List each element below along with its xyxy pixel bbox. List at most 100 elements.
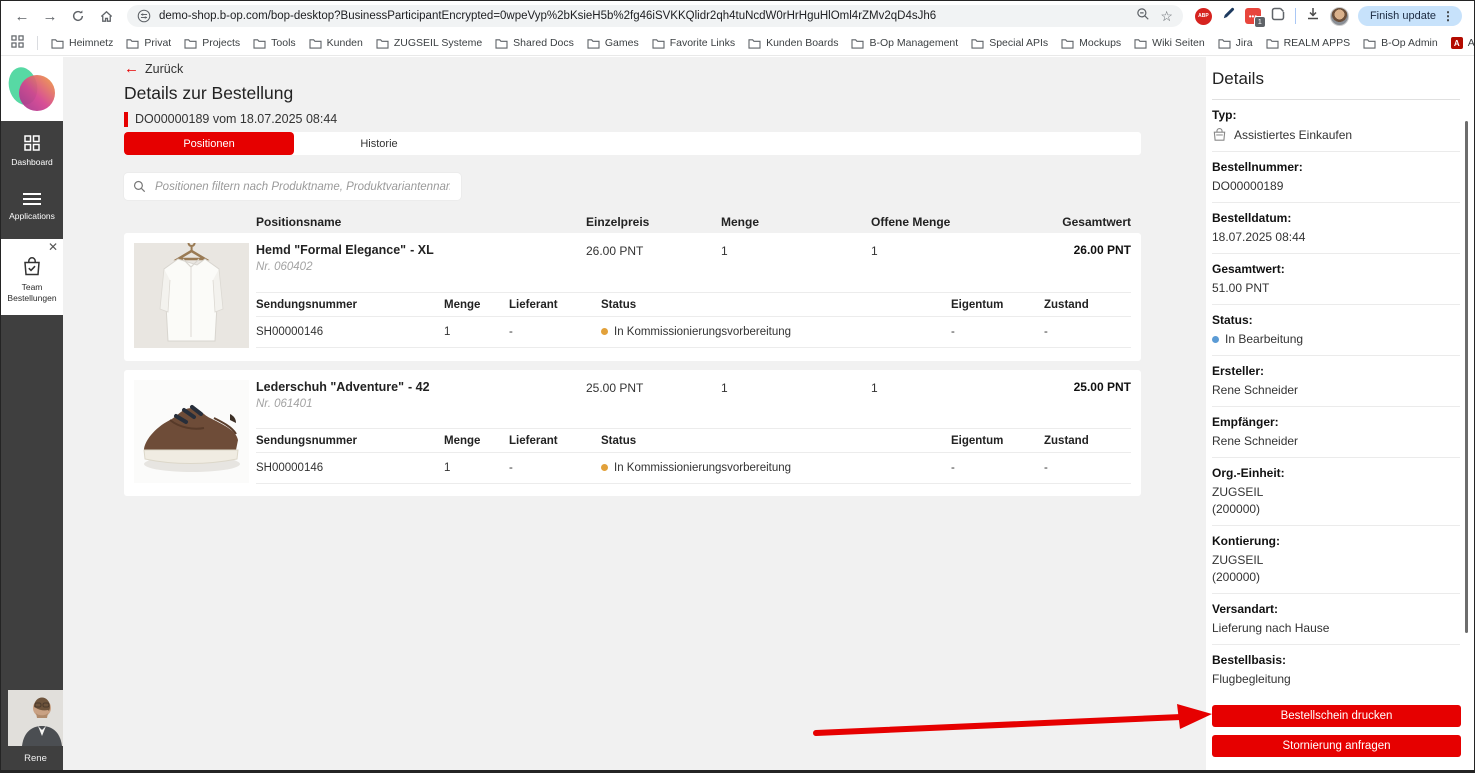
bookmark-label: Tools	[271, 37, 296, 49]
status-dot-icon	[601, 464, 608, 471]
gesamtwert-value: 51.00 PNT	[1212, 281, 1460, 295]
field-org-einheit: Org.-Einheit: ZUGSEIL (200000)	[1212, 458, 1460, 526]
details-panel: Details Typ: Assistiertes Einkaufen Best…	[1206, 57, 1474, 770]
col-offene-menge: Offene Menge	[871, 215, 1031, 229]
sidebar-item-team-bestellungen[interactable]: ✕ Team Bestellungen	[1, 239, 63, 315]
print-order-button[interactable]: Bestellschein drucken	[1212, 705, 1461, 727]
bookmark-folder[interactable]: ZUGSEIL Systeme	[376, 37, 482, 49]
bookmark-folder[interactable]: B-Op Management	[851, 37, 958, 49]
bookmark-folder[interactable]: Tools	[253, 37, 296, 49]
close-icon[interactable]: ✕	[48, 241, 58, 253]
finish-update-button[interactable]: Finish update ⋮	[1358, 6, 1462, 26]
unit-price: 25.00 PNT	[586, 380, 721, 414]
side-panel-icon[interactable]	[1270, 6, 1286, 27]
bookmark-label: Special APIs	[989, 37, 1048, 49]
sidebar-item-label: Team Bestellungen	[7, 282, 56, 303]
bookmark-folder[interactable]: Mockups	[1061, 37, 1121, 49]
home-icon[interactable]	[93, 3, 119, 29]
open-quantity: 1	[871, 380, 1031, 414]
bookmark-folder[interactable]: Kunden Boards	[748, 37, 838, 49]
extension-badge: 1	[1254, 16, 1266, 28]
profile-avatar-icon[interactable]	[1330, 7, 1349, 26]
field-bestellbasis: Bestellbasis: Flugbegleitung	[1212, 645, 1460, 692]
user-avatar[interactable]: Rene	[8, 690, 63, 767]
subcol-lieferant: Lieferant	[509, 435, 601, 447]
bookmark-folder[interactable]: Wiki Seiten	[1134, 37, 1205, 49]
bookmark-folder[interactable]: Shared Docs	[495, 37, 574, 49]
unit-price: 26.00 PNT	[586, 243, 721, 278]
bookmark-acrobat[interactable]: AAdobe Acrobat	[1451, 37, 1474, 49]
back-link[interactable]: ← Zurück	[124, 61, 1206, 77]
bookmark-label: Kunden	[327, 37, 363, 49]
bookmark-folder[interactable]: Games	[587, 37, 639, 49]
subcol-menge: Menge	[444, 299, 509, 311]
bookmark-folder[interactable]: Heimnetz	[51, 37, 113, 49]
subcol-menge: Menge	[444, 435, 509, 447]
field-bestellnummer: Bestellnummer: DO00000189	[1212, 152, 1460, 203]
product-number: Nr. 061401	[256, 398, 586, 410]
apps-grid-icon[interactable]	[11, 35, 24, 51]
subcol-sendungsnummer: Sendungsnummer	[256, 435, 444, 447]
bookmark-folder[interactable]: Projects	[184, 37, 240, 49]
tab-historie[interactable]: Historie	[294, 132, 464, 155]
adblock-extension-icon[interactable]: ABP	[1195, 8, 1212, 25]
field-kontierung: Kontierung: ZUGSEIL (200000)	[1212, 526, 1460, 594]
total-value: 25.00 PNT	[1031, 380, 1131, 414]
bookmark-folder[interactable]: B-Op Admin	[1363, 37, 1438, 49]
search-input[interactable]	[153, 180, 452, 194]
bookmark-folder[interactable]: Jira	[1218, 37, 1253, 49]
pen-extension-icon[interactable]	[1221, 6, 1236, 26]
positions-filter[interactable]	[124, 173, 461, 200]
bookmark-folder[interactable]: REALM APPS	[1266, 37, 1351, 49]
ersteller-value: Rene Schneider	[1212, 383, 1460, 397]
kontierung-code: (200000)	[1212, 570, 1460, 584]
bookmark-label: Shared Docs	[513, 37, 574, 49]
shipment-status: In Kommissionierungsvorbereitung	[601, 462, 951, 474]
site-settings-icon[interactable]	[137, 9, 151, 23]
subcol-zustand: Zustand	[1044, 435, 1131, 447]
shipment-qty: 1	[444, 462, 509, 474]
back-icon[interactable]: ←	[9, 3, 35, 29]
forward-icon[interactable]: →	[37, 3, 63, 29]
password-extension-icon[interactable]: •••1	[1245, 8, 1261, 24]
product-name[interactable]: Lederschuh "Adventure"	[256, 380, 404, 394]
dashboard-icon	[3, 134, 61, 152]
bookmark-label: ZUGSEIL Systeme	[394, 37, 482, 49]
field-ersteller: Ersteller: Rene Schneider	[1212, 356, 1460, 407]
versandart-value: Lieferung nach Hause	[1212, 621, 1460, 635]
bestellnummer-value: DO00000189	[1212, 179, 1460, 193]
app-logo[interactable]	[1, 57, 63, 121]
open-quantity: 1	[871, 243, 1031, 278]
sidebar-item-applications[interactable]: Applications	[1, 179, 63, 233]
bookmark-label: Heimnetz	[69, 37, 113, 49]
bookmark-folder[interactable]: Favorite Links	[652, 37, 735, 49]
shipment-row[interactable]: SH00000146 1 - In Kommissionierungsvorbe…	[256, 317, 1131, 348]
downloads-icon[interactable]	[1305, 6, 1321, 27]
toolbar-separator	[1295, 8, 1296, 24]
bookmark-label: Games	[605, 37, 639, 49]
zoom-icon[interactable]	[1136, 7, 1150, 26]
sidebar-item-dashboard[interactable]: Dashboard	[1, 121, 63, 179]
shipment-row[interactable]: SH00000146 1 - In Kommissionierungsvorbe…	[256, 453, 1131, 484]
bookmark-folder[interactable]: Privat	[126, 37, 171, 49]
empfaenger-value: Rene Schneider	[1212, 434, 1460, 448]
bookmark-folder[interactable]: Kunden	[309, 37, 363, 49]
status-dot-icon	[601, 328, 608, 335]
product-name[interactable]: Hemd "Formal Elegance"	[256, 243, 406, 257]
home-glyph	[99, 9, 114, 24]
details-fields: Typ: Assistiertes Einkaufen Bestellnumme…	[1212, 100, 1460, 692]
order-details-page: ← Zurück Details zur Bestellung DO000001…	[63, 57, 1206, 770]
shipment-status: In Kommissionierungsvorbereitung	[601, 326, 951, 338]
bookmark-folder[interactable]: Special APIs	[971, 37, 1048, 49]
field-typ: Typ: Assistiertes Einkaufen	[1212, 100, 1460, 152]
bookmark-star-icon[interactable]: ☆	[1160, 8, 1173, 25]
menu-dots-icon[interactable]: ⋮	[1442, 11, 1454, 21]
shipment-supplier: -	[509, 462, 601, 474]
address-bar[interactable]: demo-shop.b-op.com/bop-desktop?BusinessP…	[127, 5, 1183, 27]
tab-positionen[interactable]: Positionen	[124, 132, 294, 155]
reload-icon[interactable]	[65, 3, 91, 29]
request-cancellation-button[interactable]: Stornierung anfragen	[1212, 735, 1461, 757]
bookmark-label: Adobe Acrobat	[1468, 37, 1474, 49]
bestellbasis-value: Flugbegleitung	[1212, 672, 1460, 686]
panel-scrollbar[interactable]	[1465, 121, 1468, 633]
